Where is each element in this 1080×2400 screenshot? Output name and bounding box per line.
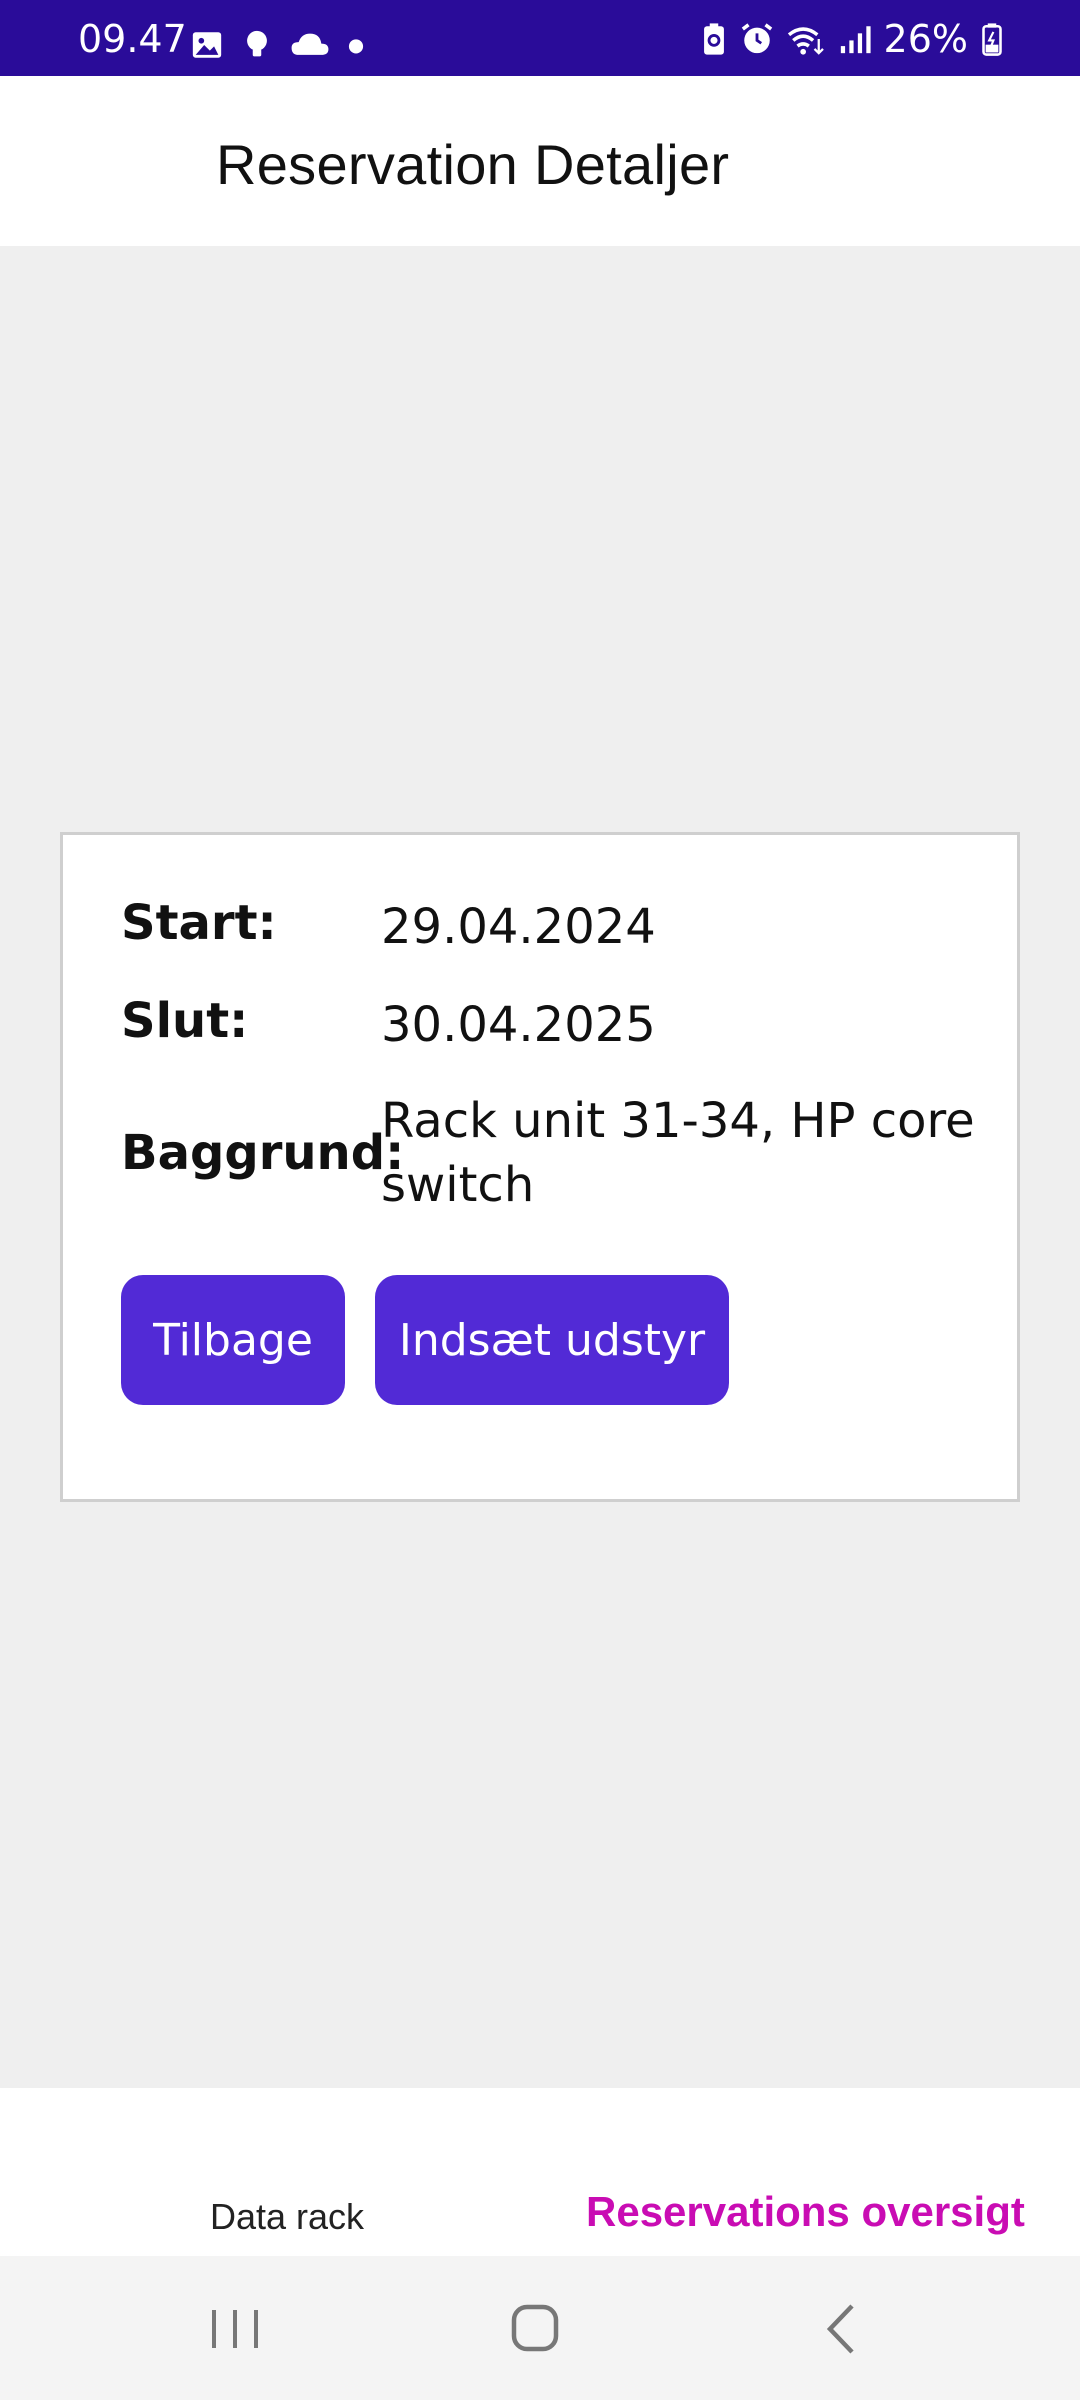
status-right: 26% (700, 20, 1004, 58)
back-button[interactable]: Tilbage (121, 1275, 345, 1405)
image-icon (192, 32, 222, 58)
app-header: Reservation Detaljer (0, 76, 1080, 246)
bottom-nav: Data rack Reservations oversigt (0, 2088, 1080, 2256)
slut-row: Slut: 30.04.2025 (121, 993, 981, 1057)
battery-saver-icon (703, 23, 724, 55)
status-time: 09.47 (78, 17, 187, 61)
start-value: 29.04.2024 (381, 899, 656, 955)
status-bar: 09.47 26% (0, 0, 1080, 76)
baggrund-row: Baggrund: Rack unit 31-34, HP core switc… (121, 1089, 981, 1217)
battery-icon (982, 23, 1002, 56)
bulb-icon (247, 30, 267, 57)
start-label: Start: (121, 895, 277, 951)
dot-icon (348, 39, 364, 54)
alarm-icon (741, 23, 772, 54)
slut-label: Slut: (121, 993, 249, 1049)
home-icon[interactable] (500, 2296, 570, 2362)
system-nav-bar (0, 2256, 1080, 2400)
wifi-icon (787, 27, 824, 55)
back-icon[interactable] (806, 2296, 876, 2362)
nav-reservations-overview[interactable]: Reservations oversigt (586, 2188, 1025, 2236)
baggrund-value: Rack unit 31-34, HP core switch (381, 1093, 975, 1213)
insert-equipment-button[interactable]: Indsæt udstyr (375, 1275, 729, 1405)
signal-icon (840, 26, 871, 54)
slut-value: 30.04.2025 (381, 997, 656, 1053)
reservation-details-card: Start: 29.04.2024 Slut: 30.04.2025 Baggr… (60, 832, 1020, 1502)
battery-percentage: 26% (883, 17, 968, 61)
start-row: Start: 29.04.2024 (121, 895, 981, 959)
recents-icon[interactable] (200, 2296, 270, 2362)
status-left-icons (190, 28, 366, 62)
page-title: Reservation Detaljer (216, 133, 730, 196)
baggrund-label: Baggrund: (121, 1125, 405, 1181)
nav-data-rack[interactable]: Data rack (210, 2196, 364, 2238)
cloud-icon (291, 33, 329, 55)
